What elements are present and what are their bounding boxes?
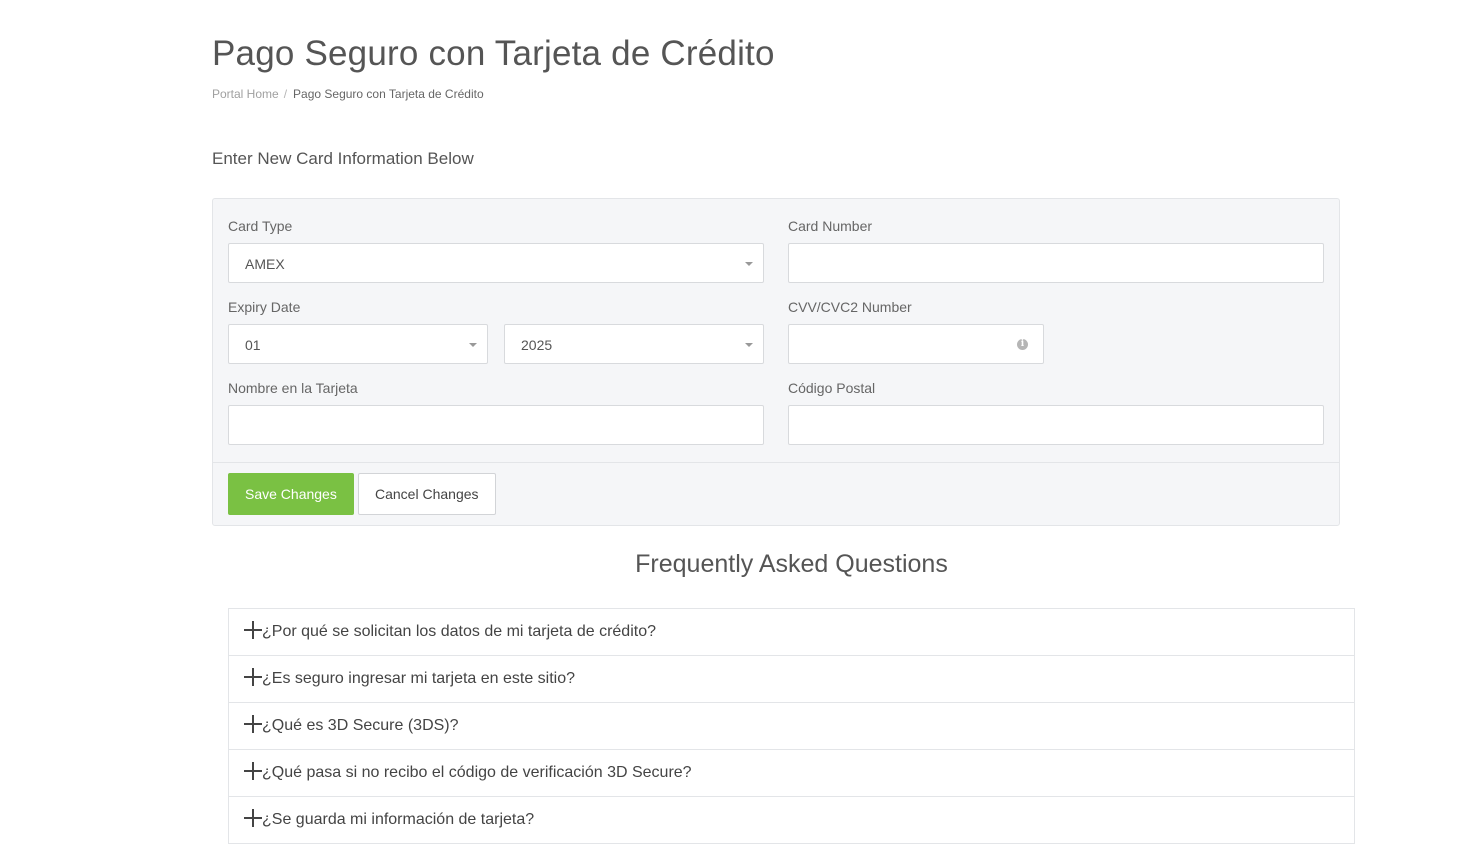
chevron-down-icon — [745, 262, 753, 266]
name-on-card-label: Nombre en la Tarjeta — [228, 380, 358, 396]
faq-question: ¿Es seguro ingresar mi tarjeta en este s… — [262, 670, 576, 687]
form-heading: Enter New Card Information Below — [212, 149, 474, 168]
faq-item[interactable]: ¿Por qué se solicitan los datos de mi ta… — [229, 609, 1354, 656]
card-form-panel: Card Type AMEX Card Number Expiry Date 0… — [212, 198, 1340, 526]
postal-code-label: Código Postal — [788, 380, 876, 396]
expiry-year-value: 2025 — [521, 337, 553, 353]
postal-code-input[interactable] — [788, 405, 1324, 445]
page-title: Pago Seguro con Tarjeta de Crédito — [212, 34, 775, 73]
faq-title: Frequently Asked Questions — [635, 550, 948, 578]
breadcrumb-home-link[interactable]: Portal Home — [212, 87, 279, 101]
breadcrumb-separator: / — [283, 87, 288, 101]
expiry-month-value: 01 — [245, 337, 261, 353]
plus-icon — [244, 809, 262, 827]
form-actions: Save Changes Cancel Changes — [213, 462, 1339, 526]
expiry-date-label: Expiry Date — [228, 299, 301, 315]
info-icon[interactable]: i — [1017, 339, 1028, 350]
card-type-select[interactable]: AMEX — [228, 243, 764, 283]
faq-question: ¿Por qué se solicitan los datos de mi ta… — [262, 623, 656, 640]
faq-accordion: ¿Por qué se solicitan los datos de mi ta… — [228, 608, 1355, 844]
plus-icon — [244, 715, 262, 733]
plus-icon — [244, 762, 262, 780]
chevron-down-icon — [745, 343, 753, 347]
plus-icon — [244, 621, 262, 639]
faq-item[interactable]: ¿Qué es 3D Secure (3DS)? — [229, 703, 1354, 750]
breadcrumb-current: Pago Seguro con Tarjeta de Crédito — [293, 87, 484, 101]
faq-question: ¿Qué pasa si no recibo el código de veri… — [262, 764, 692, 781]
card-type-value: AMEX — [245, 256, 285, 272]
cvv-input[interactable]: i — [788, 324, 1044, 364]
name-on-card-input[interactable] — [228, 405, 764, 445]
faq-item[interactable]: ¿Es seguro ingresar mi tarjeta en este s… — [229, 656, 1354, 703]
breadcrumb: Portal Home / Pago Seguro con Tarjeta de C… — [212, 87, 484, 101]
save-changes-button[interactable]: Save Changes — [228, 473, 354, 515]
card-number-input[interactable] — [788, 243, 1324, 283]
expiry-year-select[interactable]: 2025 — [504, 324, 764, 364]
faq-item[interactable]: ¿Qué pasa si no recibo el código de veri… — [229, 750, 1354, 797]
chevron-down-icon — [469, 343, 477, 347]
plus-icon — [244, 668, 262, 686]
faq-item[interactable]: ¿Se guarda mi información de tarjeta? — [229, 797, 1354, 844]
faq-question: ¿Se guarda mi información de tarjeta? — [262, 811, 535, 828]
expiry-month-select[interactable]: 01 — [228, 324, 488, 364]
card-number-label: Card Number — [788, 218, 873, 234]
faq-question: ¿Qué es 3D Secure (3DS)? — [262, 717, 459, 734]
card-type-label: Card Type — [228, 218, 293, 234]
cvv-label: CVV/CVC2 Number — [788, 299, 912, 315]
cancel-changes-button[interactable]: Cancel Changes — [358, 473, 496, 515]
